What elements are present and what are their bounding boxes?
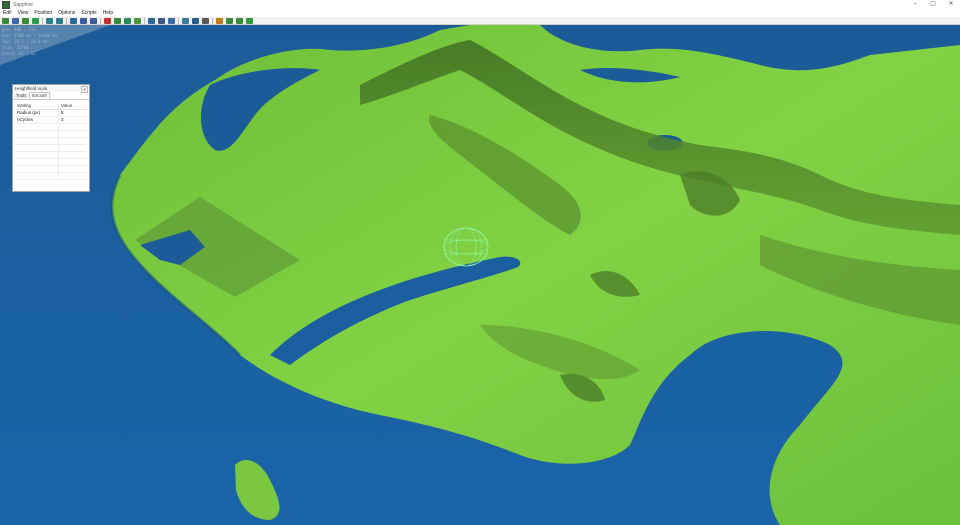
- play-button[interactable]: [246, 17, 253, 24]
- menu-view[interactable]: View: [15, 9, 32, 17]
- setting-name: Radius (px): [15, 110, 59, 116]
- window-title: Sapphire: [13, 1, 34, 8]
- app-icon: [2, 0, 10, 9]
- tab-tools[interactable]: Tools: [14, 93, 29, 99]
- terrain-viewport[interactable]: [0, 25, 960, 525]
- grid-button[interactable]: [182, 17, 189, 24]
- export-button[interactable]: [32, 17, 39, 24]
- settings-grid: Setting Value Radius (px) 8 nCycles 3: [15, 102, 87, 190]
- wireframe-button[interactable]: [192, 17, 199, 24]
- toolbar-separator: [42, 17, 43, 24]
- camera-button[interactable]: [202, 17, 209, 24]
- toolbar-separator: [66, 17, 67, 24]
- select-button[interactable]: [70, 17, 77, 24]
- undo-button[interactable]: [46, 17, 53, 24]
- toolbar-separator: [212, 17, 213, 24]
- panel-title: Heightfield tools: [15, 86, 48, 91]
- menu-help[interactable]: Help: [100, 9, 116, 17]
- paint-button[interactable]: [104, 17, 111, 24]
- flatten-button[interactable]: [134, 17, 141, 24]
- grid-row-empty: [15, 131, 87, 138]
- menu-position[interactable]: Position: [31, 9, 55, 17]
- panel-title-bar[interactable]: Heightfield tools ✕: [13, 85, 89, 93]
- minimize-icon[interactable]: –: [906, 0, 924, 9]
- grid-row-radius[interactable]: Radius (px) 8: [15, 110, 87, 117]
- panel-close-icon[interactable]: ✕: [81, 86, 88, 93]
- heightfield-tools-panel: Heightfield tools ✕ Tools Smooth Setting…: [12, 84, 90, 192]
- grid-row-empty: [15, 159, 87, 166]
- fog-button[interactable]: [226, 17, 233, 24]
- grid-row-empty: [15, 124, 87, 131]
- stat-line: batch: 45 ; 22: [2, 51, 36, 56]
- grid-row-empty: [15, 138, 87, 145]
- close-icon[interactable]: ✕: [942, 0, 960, 9]
- raise-button[interactable]: [114, 17, 121, 24]
- open-button[interactable]: [12, 17, 19, 24]
- panel-tabs: Tools Smooth: [13, 92, 89, 100]
- stats-overlay: pos: 496 ; 313 ent: 1709 ms ; 14109 ms f…: [2, 27, 57, 57]
- lower-button[interactable]: [124, 17, 131, 24]
- rotate-button[interactable]: [90, 17, 97, 24]
- grid-row-empty: [15, 166, 87, 173]
- header-value: Value: [61, 103, 73, 108]
- water-button[interactable]: [168, 17, 175, 24]
- toolbar-separator: [144, 17, 145, 24]
- grid-row-empty: [15, 152, 87, 159]
- light-button[interactable]: [216, 17, 223, 24]
- move-button[interactable]: [80, 17, 87, 24]
- save-button[interactable]: [22, 17, 29, 24]
- tab-smooth[interactable]: Smooth: [28, 92, 51, 99]
- toolbar-separator: [178, 17, 179, 24]
- grid-header: Setting Value: [15, 102, 87, 110]
- menu-edit[interactable]: Edit: [0, 9, 15, 17]
- menu-bar: Edit View Position Options Scripts Help: [0, 9, 960, 17]
- menu-options[interactable]: Options: [55, 9, 78, 17]
- setting-value[interactable]: 3: [59, 117, 87, 123]
- grid-row-empty: [15, 173, 87, 180]
- toolbar-separator: [100, 17, 101, 24]
- heightfield-button[interactable]: [158, 17, 165, 24]
- title-bar: Sapphire – ▢ ✕: [0, 0, 960, 9]
- maximize-icon[interactable]: ▢: [924, 0, 942, 9]
- header-setting: Setting: [15, 102, 59, 109]
- setting-name: nCycles: [15, 117, 59, 123]
- redo-button[interactable]: [56, 17, 63, 24]
- menu-scripts[interactable]: Scripts: [78, 9, 99, 17]
- setting-value[interactable]: 8: [59, 110, 87, 116]
- grid-row-ncycles[interactable]: nCycles 3: [15, 117, 87, 124]
- smooth-button[interactable]: [148, 17, 155, 24]
- new-button[interactable]: [2, 17, 9, 24]
- grid-row-empty: [15, 145, 87, 152]
- toolbar: [0, 17, 960, 25]
- sky-button[interactable]: [236, 17, 243, 24]
